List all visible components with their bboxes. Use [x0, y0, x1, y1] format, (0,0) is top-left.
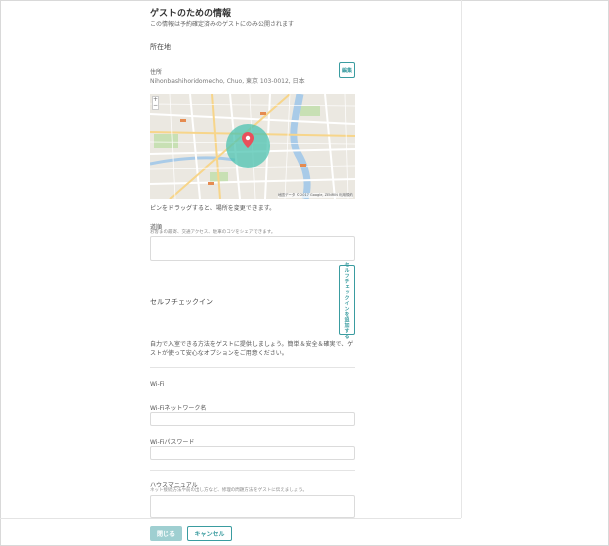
- map-attribution: 地図データ ©2017 Google, ZENRIN 利用規約: [277, 193, 353, 198]
- footer-divider: [0, 518, 461, 519]
- pin-drag-hint: ピンをドラッグすると、場所を変更できます。: [150, 205, 276, 212]
- zoom-out-button[interactable]: −: [153, 103, 158, 109]
- house-manual-help: ネット接続方法や前の出し方など、修理の問題方法をゲストに伝えましょう。: [150, 488, 308, 493]
- directions-help: お客まの最寄、交通アクセス、駐車のコツをシェアできます。: [150, 230, 276, 235]
- address-label: 住所: [150, 69, 163, 76]
- map-zoom-control[interactable]: + −: [152, 96, 159, 110]
- divider: [150, 470, 355, 471]
- close-button[interactable]: 閉じる: [150, 526, 182, 541]
- location-section-title: 所在地: [150, 43, 171, 51]
- panel-edge: [461, 0, 462, 518]
- map-pin-icon[interactable]: [242, 132, 254, 148]
- map[interactable]: + − 地図データ ©2017 Google, ZENRIN 利用規約: [150, 94, 355, 199]
- edit-address-button[interactable]: 編集: [339, 62, 355, 78]
- divider: [150, 367, 355, 368]
- cancel-button[interactable]: キャンセル: [187, 526, 232, 541]
- add-self-checkin-button[interactable]: セルフチェックインを追加する: [339, 262, 355, 339]
- wifi-password-label: Wi-Fiパスワード: [150, 439, 195, 446]
- address-value: Nihonbashihoridomecho, Chuo, 東京 103-0012…: [150, 78, 305, 85]
- page-title: ゲストのための情報: [150, 9, 232, 19]
- house-manual-textarea[interactable]: [150, 495, 355, 518]
- self-checkin-description: 自力で入室できる方法をゲストに提供しましょう。簡単＆安全＆確実で、ゲストが使って…: [150, 341, 354, 357]
- wifi-password-input[interactable]: [150, 446, 355, 460]
- wifi-section-title: Wi-Fi: [150, 381, 165, 388]
- wifi-network-input[interactable]: [150, 412, 355, 426]
- wifi-network-label: Wi-Fiネットワーク名: [150, 405, 207, 412]
- directions-textarea[interactable]: [150, 236, 355, 261]
- page-subtitle: この情報は予約確定済みのゲストにのみ公開されます: [150, 21, 295, 28]
- self-checkin-title: セルフチェックイン: [150, 298, 213, 306]
